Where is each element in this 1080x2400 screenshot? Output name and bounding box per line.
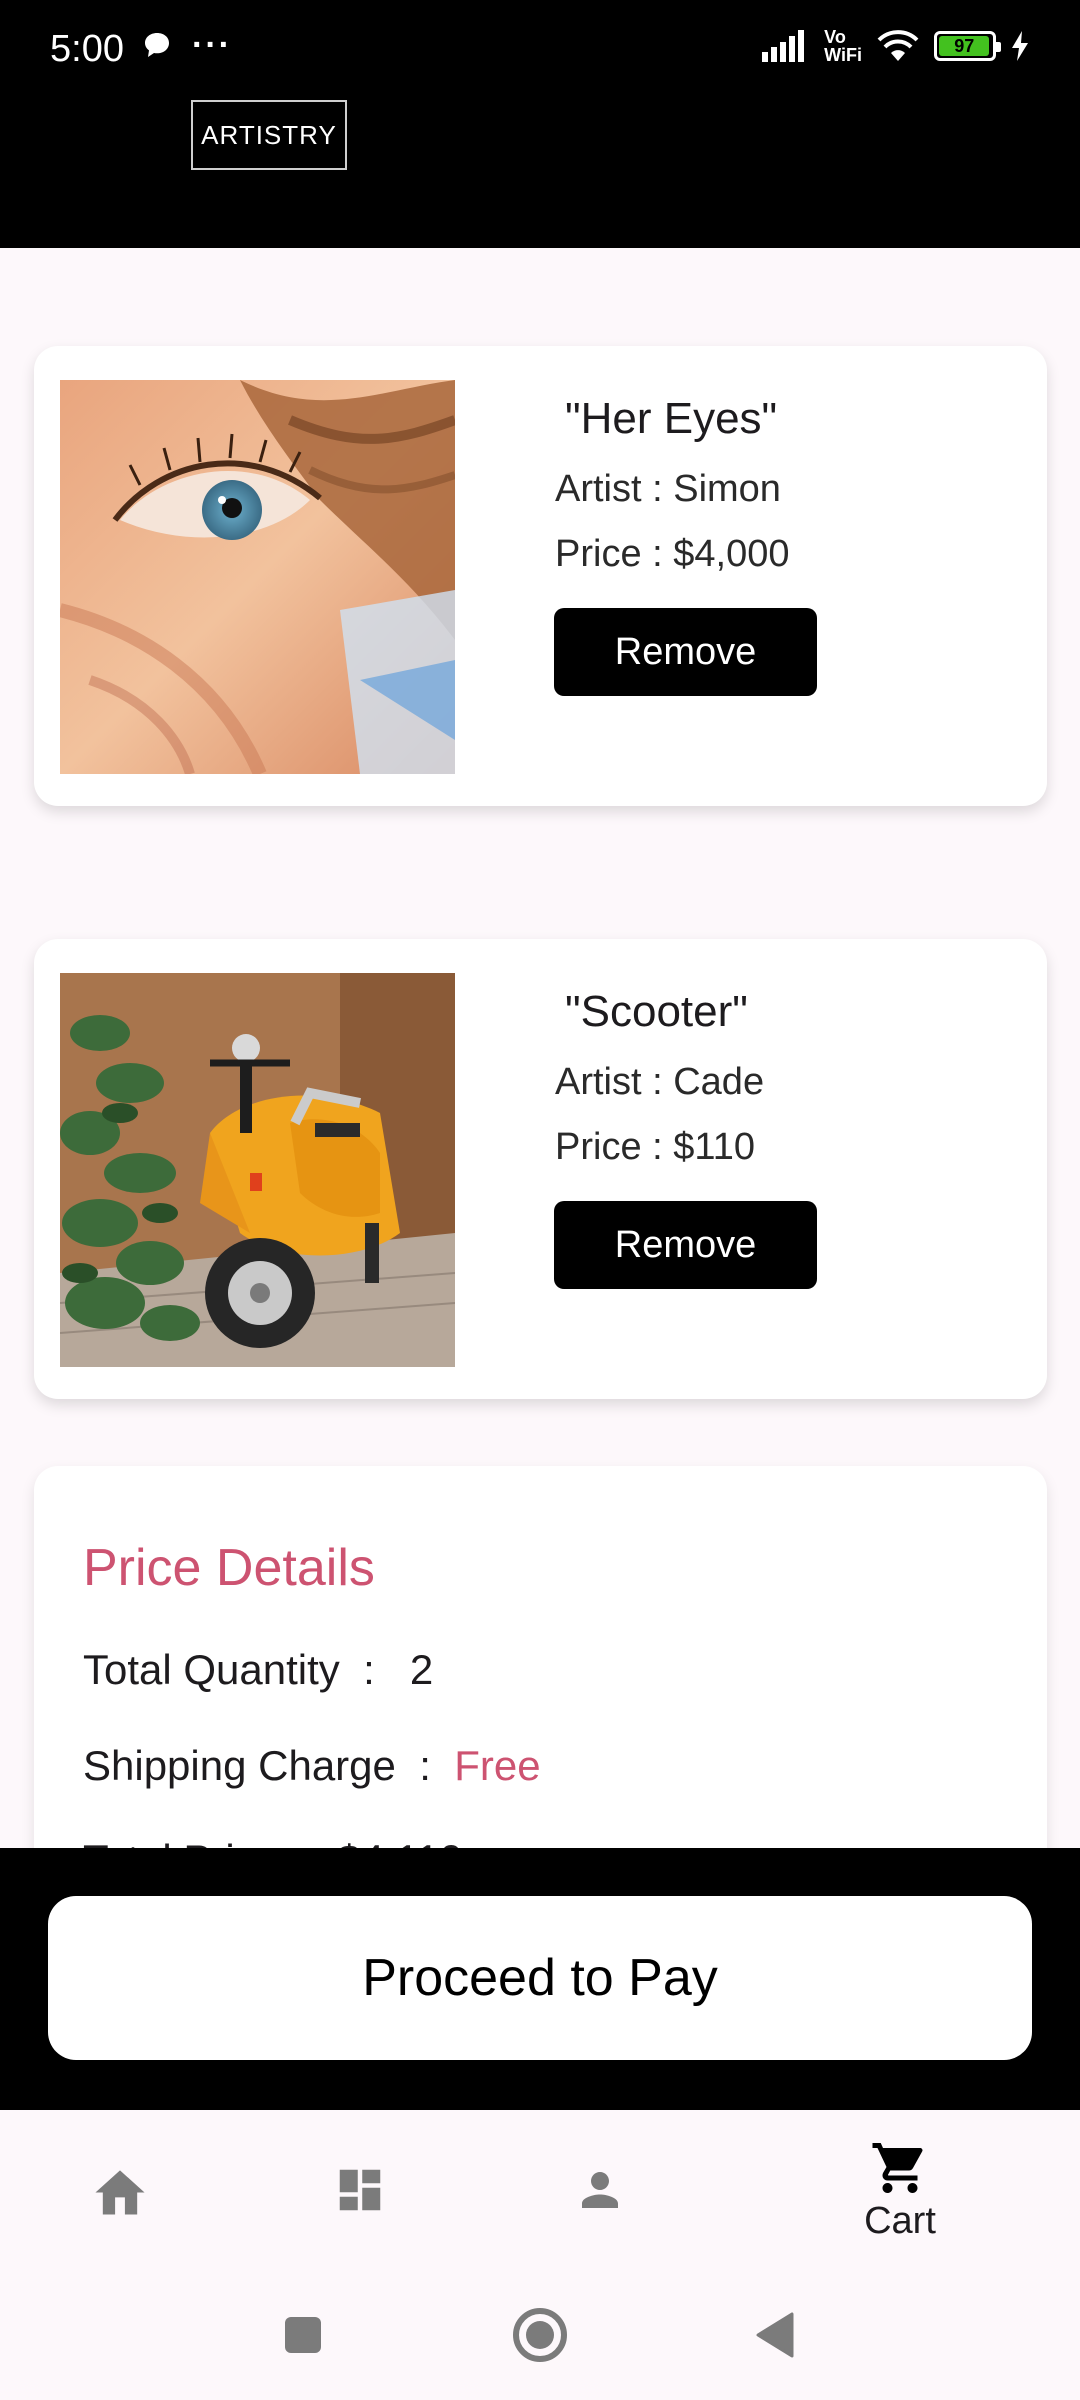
app-header: ARTISTRY — [0, 100, 1080, 248]
battery-level: 97 — [939, 35, 990, 56]
status-bar: 5:00 ··· Vo WiFi 97 — [0, 0, 1080, 100]
artwork-image-scooter — [60, 973, 455, 1367]
battery-percent: 97 — [954, 35, 975, 56]
square-icon — [285, 2317, 321, 2353]
cart-item-card: "Scooter" Artist : Cade Price : $110 Rem… — [34, 939, 1047, 1399]
artwork-title: "Scooter" — [565, 987, 748, 1036]
wifi-icon — [877, 30, 919, 61]
nav-item-home[interactable] — [40, 2110, 200, 2270]
nav-item-dashboard[interactable] — [280, 2110, 440, 2270]
battery-icon: 97 — [934, 31, 1001, 61]
artwork-price: Price : $4,000 — [555, 533, 790, 575]
status-time: 5:00 — [50, 28, 124, 70]
vowifi-top-text: Vo — [824, 27, 846, 47]
cart-item-info: "Her Eyes" Artist : Simon Price : $4,000… — [519, 394, 817, 696]
chat-bubble-icon — [145, 33, 169, 57]
bottom-navigation: Cart — [0, 2110, 1080, 2270]
price-details-heading: Price Details — [83, 1539, 375, 1597]
vowifi-icon: Vo WiFi — [824, 28, 862, 64]
remove-button[interactable]: Remove — [554, 1201, 817, 1289]
artwork-price: Price : $110 — [555, 1126, 755, 1168]
checkout-bar: Proceed to Pay — [0, 1848, 1080, 2110]
back-triangle-icon — [756, 2312, 794, 2358]
cart-icon — [872, 2142, 923, 2193]
dashboard-icon — [339, 2169, 381, 2211]
status-system-icons: Vo WiFi 97 — [760, 28, 1030, 64]
signal-icon — [762, 30, 805, 62]
nav-item-profile[interactable] — [520, 2110, 680, 2270]
more-notifications-icon: ··· — [192, 26, 232, 64]
artwork-artist: Artist : Simon — [555, 468, 781, 510]
nav-label-cart: Cart — [864, 2199, 936, 2242]
vowifi-bottom-text: WiFi — [824, 45, 862, 65]
recents-button[interactable] — [268, 2300, 338, 2370]
shipping-charge-label: Shipping Charge : — [83, 1742, 455, 1789]
artwork-image-her-eyes — [60, 380, 455, 774]
shipping-charge-row: Shipping Charge : Free — [83, 1742, 541, 1790]
proceed-to-pay-button[interactable]: Proceed to Pay — [48, 1896, 1032, 2060]
back-button[interactable] — [740, 2300, 810, 2370]
remove-button[interactable]: Remove — [554, 608, 817, 696]
home-system-button[interactable] — [505, 2300, 575, 2370]
cart-item-info: "Scooter" Artist : Cade Price : $110 Rem… — [519, 987, 817, 1289]
artwork-title: "Her Eyes" — [565, 394, 778, 443]
charging-icon — [1012, 31, 1028, 61]
total-quantity-row: Total Quantity : 2 — [83, 1646, 434, 1693]
price-details-card: Price Details Total Quantity : 2 Shippin… — [34, 1466, 1047, 1866]
home-icon — [95, 2170, 145, 2215]
system-navigation-bar — [0, 2270, 1080, 2400]
nav-item-cart[interactable]: Cart — [820, 2110, 980, 2270]
logo-text: ARTISTRY — [201, 119, 337, 150]
person-icon — [582, 2172, 618, 2208]
artwork-artist: Artist : Cade — [555, 1061, 765, 1103]
shipping-charge-value: Free — [454, 1742, 541, 1789]
status-notification-icons: ··· — [142, 26, 232, 64]
artistry-logo[interactable]: ARTISTRY — [191, 100, 347, 170]
cart-item-card: "Her Eyes" Artist : Simon Price : $4,000… — [34, 346, 1047, 806]
circle-icon — [513, 2308, 567, 2362]
